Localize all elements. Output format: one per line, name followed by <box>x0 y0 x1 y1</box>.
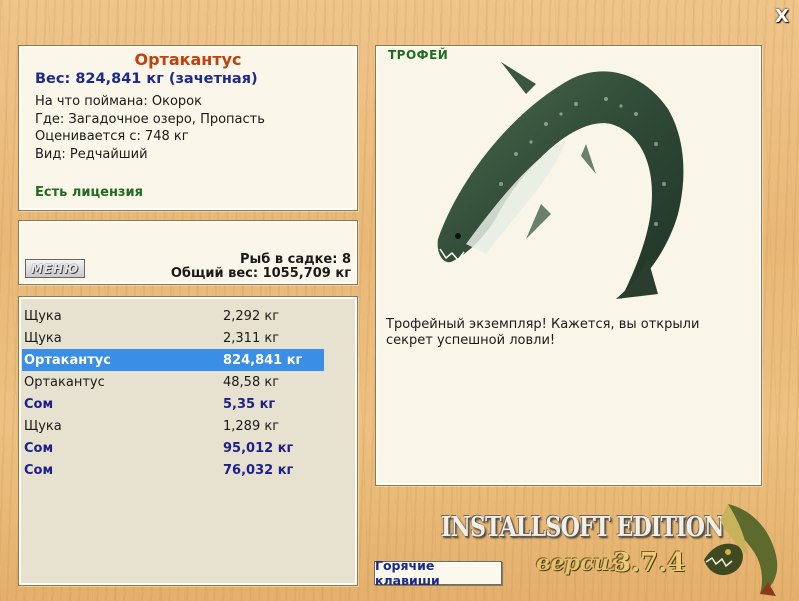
menu-button[interactable]: МЕНЮ <box>25 259 85 278</box>
catch-row[interactable]: Сом 95,012 кг <box>22 437 324 459</box>
version-number: 3.7.4 <box>613 548 686 578</box>
catch-fish-name: Щука <box>24 418 62 434</box>
catch-fish-weight: 2,292 кг <box>223 308 280 324</box>
catch-row[interactable]: Ортакантус 48,58 кг <box>22 371 324 393</box>
fish-count: Рыб в садке: 8 <box>239 252 351 267</box>
catch-fish-name: Сом <box>24 440 54 456</box>
rarity-line: Вид: Редчайший <box>35 146 148 162</box>
catch-fish-weight: 824,841 кг <box>223 352 303 368</box>
location-line: Где: Загадочное озеро, Пропасть <box>35 111 265 127</box>
catch-fish-weight: 2,311 кг <box>223 330 280 346</box>
rating-line: Оценивается с: 748 кг <box>35 129 189 144</box>
catch-row[interactable]: Сом 76,032 кг <box>22 459 324 481</box>
catch-fish-name: Сом <box>24 462 54 478</box>
edition-logo-text: INSTALLSOFT EDITION <box>441 512 724 543</box>
catch-row[interactable]: Щука 2,311 кг <box>22 327 324 349</box>
catch-fish-name: Щука <box>24 330 62 346</box>
catch-fish-weight: 76,032 кг <box>223 462 294 478</box>
catch-fish-name: Ортакантус <box>24 352 111 368</box>
catch-fish-weight: 95,012 кг <box>223 440 294 456</box>
catch-fish-name: Сом <box>24 396 54 412</box>
bait-line: На что поймана: Окорок <box>35 94 202 109</box>
catch-row[interactable]: Щука 1,289 кг <box>22 415 324 437</box>
fish-info-panel: Ортакантус Вес: 824,841 кг (зачетная) На… <box>18 45 358 211</box>
catch-row[interactable]: Ортакантус 824,841 кг <box>22 349 324 371</box>
pike-logo-icon <box>704 504 778 596</box>
catch-fish-weight: 1,289 кг <box>223 418 280 434</box>
hotkeys-button[interactable]: Горячие клавиши <box>374 558 502 588</box>
total-weight: Общий вес: 1055,709 кг <box>170 266 351 281</box>
license-status: Есть лицензия <box>35 185 143 200</box>
trophy-description: Трофейный экземпляр! Кажется, вы открыли… <box>386 317 700 348</box>
close-button[interactable]: X <box>772 6 792 27</box>
trophy-panel: ТРОФЕЙ Трофейный экземпляр! Кажется, вы … <box>375 45 762 486</box>
keepnet-stats-panel: МЕНЮ Рыб в садке: 8 Общий вес: 1055,709 … <box>18 220 358 285</box>
catch-fish-name: Ортакантус <box>24 374 105 390</box>
fish-name: Ортакантус <box>134 50 242 69</box>
fish-weight: Вес: 824,841 кг (зачетная) <box>35 71 258 87</box>
orthacanthus-image <box>437 62 684 299</box>
catch-fish-name: Щука <box>24 308 62 324</box>
catch-fish-weight: 5,35 кг <box>223 396 276 412</box>
catch-fish-weight: 48,58 кг <box>223 374 280 390</box>
catch-row[interactable]: Сом 5,35 кг <box>22 393 324 415</box>
catch-list: Щука 2,292 кг Щука 2,311 кг Ортакантус 824,84… <box>18 296 358 586</box>
catch-row[interactable]: Щука 2,292 кг <box>22 305 324 327</box>
